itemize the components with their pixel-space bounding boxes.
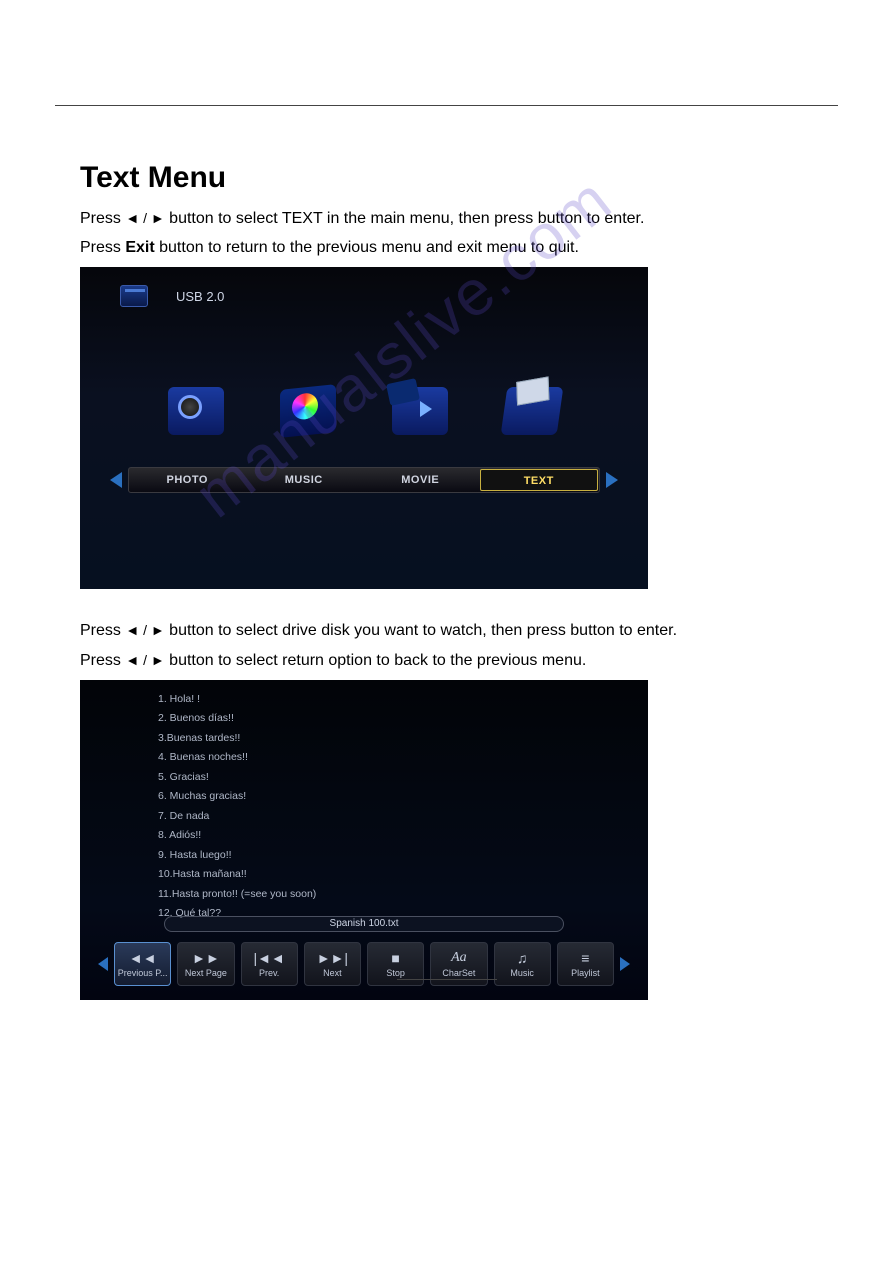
usb-indicator: USB 2.0 [120, 285, 224, 307]
filename-bar: Spanish 100.txt [164, 916, 564, 932]
text-line: 5. Gracias! [158, 768, 608, 788]
stop-icon: ■ [391, 950, 399, 966]
text-line: 4. Buenas noches!! [158, 748, 608, 768]
control-label: Next [323, 968, 342, 978]
text: Press [80, 210, 125, 227]
instruction-2: Press Exit button to return to the previ… [80, 234, 813, 261]
text-line: 6. Muchas gracias! [158, 787, 608, 807]
controls-nav-right-icon[interactable] [620, 957, 630, 971]
usb-icon [120, 285, 148, 307]
bottom-divider [397, 979, 497, 980]
control-buttons-row: ◄◄ Previous P... ►► Next Page |◄◄ Prev. ►►| Nex… [114, 942, 614, 986]
control-label: Next Page [185, 968, 227, 978]
text-line: 3.Buenas tardes!! [158, 729, 608, 749]
music-icon: ♫ [517, 950, 528, 966]
playlist-icon: ≡ [581, 950, 589, 966]
text: button to enter. [570, 622, 677, 639]
media-tabs-bar: PHOTOMUSICMOVIETEXT [110, 467, 618, 493]
usb-label: USB 2.0 [176, 289, 224, 304]
page-title: Text Menu [80, 161, 813, 195]
instruction-4: Press ◄ / ► button to select return opti… [80, 647, 813, 674]
prev-page-button[interactable]: ◄◄ Previous P... [114, 942, 171, 986]
prev-icon: |◄◄ [253, 950, 284, 966]
text-line: 8. Adiós!! [158, 826, 608, 846]
mid-instructions: Press ◄ / ► button to select drive disk … [80, 617, 813, 673]
text: button to select TEXT in the main menu, … [165, 210, 538, 227]
playlist-button[interactable]: ≡ Playlist [557, 942, 614, 986]
text-line: 1. Hola! ! [158, 690, 608, 710]
next-button[interactable]: ►►| Next [304, 942, 361, 986]
movie-icon [392, 387, 448, 435]
text-line: 9. Hasta luego!! [158, 846, 608, 866]
control-label: Music [510, 968, 534, 978]
control-label: Playlist [571, 968, 600, 978]
next-icon: ►►| [317, 950, 348, 966]
text: button to enter. [538, 210, 645, 227]
nav-left-icon[interactable] [110, 472, 122, 488]
tab-photo[interactable]: PHOTO [129, 468, 246, 492]
control-label: CharSet [442, 968, 475, 978]
next-page-icon: ►► [192, 950, 220, 966]
content-area: Text Menu Press ◄ / ► button to select T… [55, 161, 838, 1000]
instruction-3: Press ◄ / ► button to select drive disk … [80, 617, 813, 644]
photo-icon [168, 387, 224, 435]
text: button to select return option to back t… [165, 652, 587, 669]
document-page: Text Menu Press ◄ / ► button to select T… [0, 0, 893, 1040]
media-menu-screenshot: USB 2.0 PHOTOMUSICMOVIETEXT [80, 267, 648, 589]
tab-movie[interactable]: MOVIE [362, 468, 479, 492]
left-right-arrows: ◄ / ► [125, 622, 164, 638]
text-line: 10.Hasta mañana!! [158, 865, 608, 885]
top-divider [55, 105, 838, 106]
charset-icon: Aa [451, 950, 467, 966]
text-line: 2. Buenos días!! [158, 709, 608, 729]
media-tabs: PHOTOMUSICMOVIETEXT [128, 467, 600, 493]
exit-word: Exit [125, 239, 154, 256]
tab-text[interactable]: TEXT [480, 469, 599, 491]
music-icon [280, 384, 336, 438]
text-line: 11.Hasta pronto!! (=see you soon) [158, 885, 608, 905]
left-right-arrows: ◄ / ► [125, 210, 164, 226]
text-line: 7. De nada [158, 807, 608, 827]
instruction-1: Press ◄ / ► button to select TEXT in the… [80, 205, 813, 232]
text: Press [80, 239, 125, 256]
text-viewer-screenshot: 1. Hola! !2. Buenos días!!3.Buenas tarde… [80, 680, 648, 1000]
text: Press [80, 652, 125, 669]
text: button to return to the previous menu an… [155, 239, 579, 256]
control-label: Prev. [259, 968, 279, 978]
control-label: Previous P... [118, 968, 168, 978]
prev-button[interactable]: |◄◄ Prev. [241, 942, 298, 986]
music-button[interactable]: ♫ Music [494, 942, 551, 986]
nav-right-icon[interactable] [606, 472, 618, 488]
controls-nav-left-icon[interactable] [98, 957, 108, 971]
control-label: Stop [386, 968, 405, 978]
text-icon [501, 387, 564, 435]
prev-page-icon: ◄◄ [129, 950, 157, 966]
text: button to select drive disk you want to … [165, 622, 571, 639]
text-content-list: 1. Hola! !2. Buenos días!!3.Buenas tarde… [158, 690, 608, 924]
next-page-button[interactable]: ►► Next Page [177, 942, 234, 986]
playback-controls: ◄◄ Previous P... ►► Next Page |◄◄ Prev. ►►| Nex… [98, 942, 630, 986]
left-right-arrows: ◄ / ► [125, 652, 164, 668]
text: Press [80, 622, 125, 639]
media-icons-row [140, 387, 588, 435]
tab-music[interactable]: MUSIC [246, 468, 363, 492]
